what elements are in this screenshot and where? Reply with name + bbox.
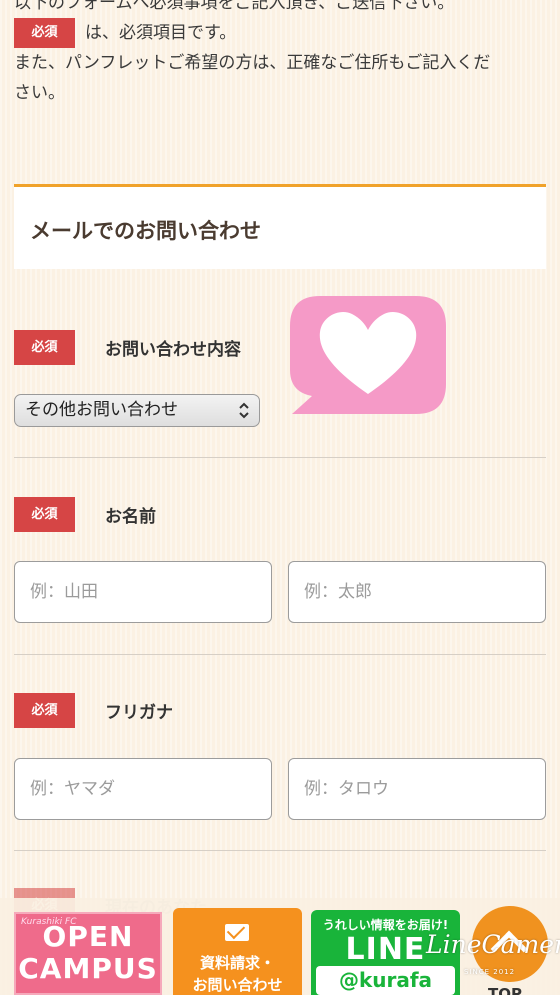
required-badge: 必須 xyxy=(14,18,75,48)
kana-label: フリガナ xyxy=(105,703,173,723)
open-campus-line1: OPEN xyxy=(42,920,134,953)
heart-speech-bubble-icon xyxy=(290,296,446,422)
last-kana-input[interactable]: 例：ヤマダ xyxy=(14,758,272,820)
first-name-input[interactable]: 例：太郎 xyxy=(288,561,546,623)
request-inquiry-button[interactable]: 資料請求・ お問い合わせ xyxy=(173,908,302,995)
intro-required-note: は、必須項目です。 xyxy=(85,23,237,43)
intro-line-2: また、パンフレットご希望の方は、正確なご住所もご記入くだ xyxy=(14,53,491,73)
select-arrows-icon xyxy=(238,395,250,438)
line-handle: @kurafa xyxy=(316,966,455,995)
last-name-input[interactable]: 例：山田 xyxy=(14,561,272,623)
intro-line-3: さい。 xyxy=(14,83,65,103)
first-kana-input[interactable]: 例：タロウ xyxy=(288,758,546,820)
request-label-1: 資料請求・ xyxy=(199,954,275,972)
inquiry-select[interactable]: その他お問い合わせ xyxy=(14,394,260,427)
open-campus-button[interactable]: Kurashiki FC OPEN CAMPUS xyxy=(14,912,162,995)
required-badge: 必須 xyxy=(14,330,75,365)
section-title: メールでのお問い合わせ xyxy=(30,219,261,243)
watermark-logo: LineCamera xyxy=(426,930,560,959)
inquiry-label: お問い合わせ内容 xyxy=(105,340,241,360)
inquiry-select-value: その他お問い合わせ xyxy=(25,400,178,420)
inquiry-label-row: 必須 お問い合わせ内容 xyxy=(14,330,241,365)
section-header: メールでのお問い合わせ xyxy=(14,184,546,269)
name-label-row: 必須 お名前 xyxy=(14,497,156,532)
required-badge: 必須 xyxy=(14,497,75,532)
required-badge: 必須 xyxy=(14,693,75,728)
intro-line-0: 以下のフォームへ必須事項をご記入頂き、ご送信下さい。 xyxy=(14,0,455,13)
intro-text: 以下のフォームへ必須事項をご記入頂き、ご送信下さい。 必須 は、必須項目です。 ま… xyxy=(14,0,544,108)
mail-icon xyxy=(225,924,249,941)
open-campus-line2: CAMPUS xyxy=(18,952,158,985)
watermark-since: SINCE 2012 xyxy=(464,968,516,976)
divider xyxy=(14,850,546,851)
top-label: TOP xyxy=(488,985,522,995)
request-label-2: お問い合わせ xyxy=(192,976,283,994)
divider xyxy=(14,654,546,655)
intro-line-1: 必須 は、必須項目です。 xyxy=(14,18,544,48)
name-label: お名前 xyxy=(105,507,156,527)
divider xyxy=(14,457,546,458)
kana-label-row: 必須 フリガナ xyxy=(14,693,173,728)
